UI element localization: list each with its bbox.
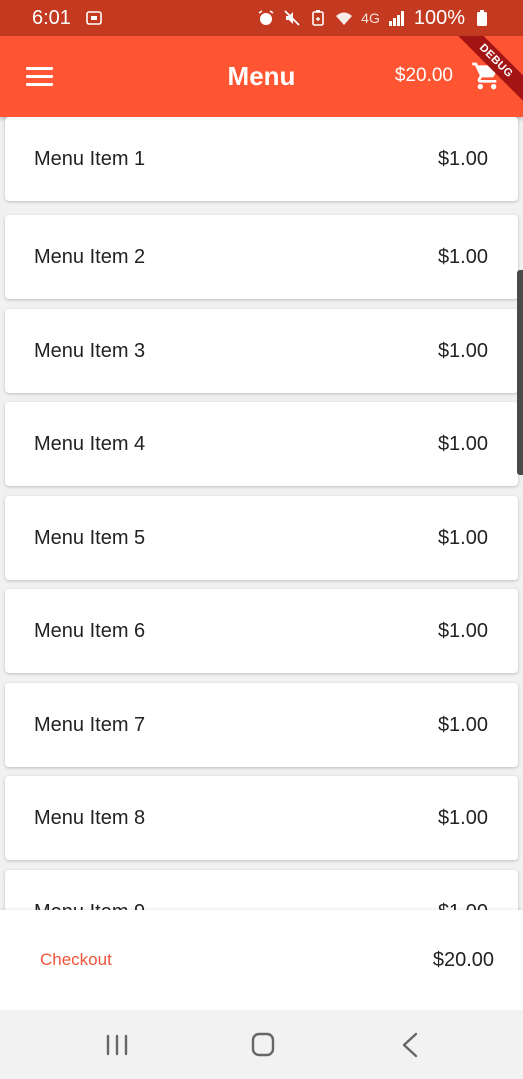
back-icon[interactable]	[390, 1030, 430, 1060]
menu-item-price: $1.00	[437, 713, 488, 736]
list-item[interactable]: Menu Item 6 $1.00	[5, 589, 518, 673]
menu-item-price: $1.00	[438, 901, 488, 911]
battery-percent: 100%	[413, 6, 465, 29]
shopping-cart-icon[interactable]	[471, 60, 503, 92]
menu-item-name: Menu Item 2	[34, 245, 146, 268]
menu-item-price: $1.00	[437, 526, 488, 549]
system-nav-bar	[0, 1010, 523, 1079]
recents-icon[interactable]	[97, 1030, 137, 1060]
status-bar: 6:01 4G 100%	[0, 0, 523, 36]
network-label: 4G	[361, 10, 380, 26]
list-item[interactable]: Menu Item 1 $1.00	[5, 117, 518, 201]
list-item[interactable]: Menu Item 7 $1.00	[5, 683, 518, 767]
checkout-bar: Checkout $20.00	[0, 910, 523, 1010]
hamburger-menu-icon[interactable]	[26, 67, 53, 87]
cart-total: $20.00	[394, 65, 453, 86]
menu-item-name: Menu Item 3	[34, 339, 146, 362]
home-icon[interactable]	[243, 1030, 283, 1060]
menu-list[interactable]: Menu Item 1 $1.00 Menu Item 2 $1.00 Menu…	[0, 117, 523, 910]
menu-item-name: Menu Item 5	[34, 526, 146, 549]
battery-icon	[477, 10, 487, 26]
menu-item-name: Menu Item 1	[34, 147, 146, 170]
mute-icon	[284, 10, 300, 26]
screenshot-icon	[86, 11, 102, 25]
menu-item-name: Menu Item 9	[34, 901, 145, 911]
wifi-icon	[336, 12, 353, 25]
list-item[interactable]: Menu Item 9 $1.00	[5, 870, 518, 910]
battery-saver-icon	[312, 10, 324, 26]
signal-icon	[388, 11, 404, 26]
checkout-button[interactable]: Checkout	[40, 950, 112, 970]
menu-item-price: $1.00	[437, 432, 488, 455]
menu-item-name: Menu Item 7	[34, 713, 146, 736]
app-bar: Menu $20.00	[0, 36, 523, 117]
checkout-total: $20.00	[432, 948, 494, 971]
list-item[interactable]: Menu Item 8 $1.00	[5, 776, 518, 860]
menu-item-name: Menu Item 8	[34, 806, 146, 829]
menu-item-price: $1.00	[437, 147, 488, 170]
list-item[interactable]: Menu Item 4 $1.00	[5, 402, 518, 486]
list-item[interactable]: Menu Item 5 $1.00	[5, 496, 518, 580]
status-time: 6:01	[32, 6, 71, 29]
menu-item-price: $1.00	[437, 245, 488, 268]
menu-item-name: Menu Item 6	[34, 619, 146, 642]
menu-item-name: Menu Item 4	[34, 432, 146, 455]
list-item[interactable]: Menu Item 2 $1.00	[5, 215, 518, 299]
alarm-icon	[258, 10, 274, 25]
menu-item-price: $1.00	[437, 339, 488, 362]
list-item[interactable]: Menu Item 3 $1.00	[5, 309, 518, 393]
menu-item-price: $1.00	[437, 806, 488, 829]
scrollbar-thumb[interactable]	[517, 270, 523, 475]
menu-item-price: $1.00	[437, 619, 488, 642]
